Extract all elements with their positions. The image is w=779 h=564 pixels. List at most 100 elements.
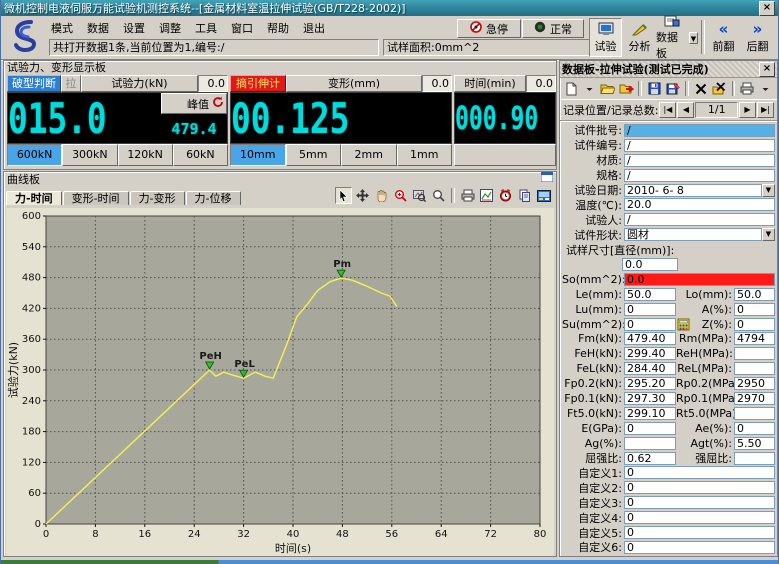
print-icon[interactable]: [739, 80, 755, 98]
save-as-icon[interactable]: [665, 80, 681, 98]
field-input[interactable]: 4794: [734, 332, 775, 345]
range-button-2mm[interactable]: 2mm: [341, 144, 397, 166]
menu-item-8[interactable]: 退出: [303, 20, 325, 36]
field-input[interactable]: 0: [624, 541, 775, 554]
field-input[interactable]: 0.0: [624, 273, 775, 286]
field-input[interactable]: 50.0: [624, 288, 676, 301]
field-input[interactable]: 0.62: [624, 452, 676, 465]
open-file-icon[interactable]: [600, 80, 616, 98]
databoard-dropdown-icon[interactable]: ▼: [689, 32, 698, 44]
emergency-stop-button[interactable]: 急停: [457, 19, 521, 38]
field-input[interactable]: 50.0: [734, 288, 775, 301]
menu-item-4[interactable]: 调整: [159, 20, 181, 36]
range-button-5mm[interactable]: 5mm: [286, 144, 342, 166]
chevron-down-icon[interactable]: ▼: [762, 184, 775, 197]
tab-变形-时间[interactable]: 变形-时间: [63, 191, 129, 205]
field-input[interactable]: /: [624, 213, 775, 226]
field-input[interactable]: 0: [624, 526, 775, 539]
next-record-button[interactable]: ▶: [739, 102, 756, 118]
field-input[interactable]: [734, 407, 775, 420]
tab-力-位移[interactable]: 力-位移: [186, 191, 241, 205]
field-input[interactable]: 圆材: [624, 228, 762, 241]
field-input[interactable]: 2950: [734, 377, 775, 390]
tab-力-变形[interactable]: 力-变形: [130, 191, 185, 205]
menu-item-6[interactable]: 窗口: [231, 20, 253, 36]
close-icon[interactable]: ×: [759, 1, 775, 16]
field-input[interactable]: /: [624, 124, 775, 137]
data-board-close-icon[interactable]: ×: [759, 62, 775, 77]
zoom-window-icon[interactable]: [411, 187, 428, 204]
field-input[interactable]: [734, 347, 775, 360]
field-input[interactable]: 0: [624, 303, 676, 316]
toolbar-button-试验[interactable]: 试验: [589, 18, 622, 57]
previous-page-button[interactable]: «前翻: [707, 18, 740, 57]
field-input[interactable]: 0: [624, 466, 775, 479]
field-input[interactable]: 0: [734, 422, 775, 435]
dropdown-caret-icon[interactable]: [758, 80, 774, 98]
force-time-chart[interactable]: 0816243240485664728006012018024030036042…: [6, 208, 554, 559]
field-input[interactable]: 479.40: [624, 332, 676, 345]
toolbar-button-数据板[interactable]: 数据板: [655, 18, 688, 57]
next-page-button[interactable]: »后翻: [741, 18, 774, 57]
last-record-button[interactable]: ▶|: [757, 102, 774, 118]
display-board-icon[interactable]: [535, 187, 552, 204]
field-input[interactable]: 2010- 6- 8: [624, 184, 762, 197]
field-input[interactable]: [734, 362, 775, 375]
hand-tool-icon[interactable]: [373, 187, 390, 204]
float-panel-icon[interactable]: [541, 172, 553, 185]
delete-all-icon[interactable]: [711, 80, 727, 98]
field-input[interactable]: 299.10: [624, 407, 676, 420]
menu-item-5[interactable]: 工具: [195, 20, 217, 36]
first-record-button[interactable]: |◀: [659, 102, 676, 118]
prev-record-button[interactable]: ◀: [677, 102, 694, 118]
field-input[interactable]: /: [624, 139, 775, 152]
field-input[interactable]: [734, 452, 775, 465]
field-input[interactable]: 5.50: [734, 437, 775, 450]
copy-icon[interactable]: [516, 187, 533, 204]
pull-mode-button[interactable]: 拉: [61, 75, 81, 92]
menu-item-3[interactable]: 设置: [123, 20, 145, 36]
field-input[interactable]: [624, 437, 676, 450]
field-input[interactable]: 0: [624, 481, 775, 494]
range-button-120kN[interactable]: 120kN: [118, 144, 173, 166]
field-input[interactable]: /: [624, 154, 775, 167]
zoom-in-icon[interactable]: [392, 187, 409, 204]
toolbar-button-分析[interactable]: 分析: [623, 18, 656, 57]
field-input[interactable]: 20.0: [624, 198, 775, 211]
field-input[interactable]: 0: [624, 318, 676, 331]
range-button-10mm[interactable]: 10mm: [230, 144, 286, 166]
delete-record-icon[interactable]: [693, 80, 709, 98]
normal-status-button[interactable]: 正常: [522, 19, 584, 38]
break-judgment-button[interactable]: 破型判断: [7, 75, 61, 92]
menu-item-7[interactable]: 帮助: [267, 20, 289, 36]
peak-reset-icon[interactable]: [212, 96, 224, 111]
remove-extensometer-button[interactable]: 摘引伸计: [230, 75, 286, 92]
range-button-600kN[interactable]: 600kN: [7, 144, 62, 166]
field-input[interactable]: 0.0: [622, 258, 678, 271]
print-icon[interactable]: [459, 187, 476, 204]
field-input[interactable]: 299.40: [624, 347, 676, 360]
range-button-300kN[interactable]: 300kN: [62, 144, 117, 166]
dropdown-caret-icon[interactable]: [581, 80, 597, 98]
select-cursor-icon[interactable]: [335, 187, 352, 204]
field-input[interactable]: 0: [734, 318, 775, 331]
chart-edit-icon[interactable]: [478, 187, 495, 204]
zoom-out-icon[interactable]: [430, 187, 447, 204]
export-file-icon[interactable]: [618, 80, 634, 98]
field-input[interactable]: 297.30: [624, 392, 676, 405]
field-input[interactable]: 295.20: [624, 377, 676, 390]
field-input[interactable]: /: [624, 169, 775, 182]
field-input[interactable]: 0: [624, 511, 775, 524]
range-button-60kN[interactable]: 60kN: [173, 144, 228, 166]
tab-力-时间[interactable]: 力-时间: [6, 191, 62, 205]
pan-cross-icon[interactable]: [354, 187, 371, 204]
new-document-icon[interactable]: [563, 80, 579, 98]
range-button-1mm[interactable]: 1mm: [397, 144, 453, 166]
field-input[interactable]: 0: [624, 422, 676, 435]
calculator-icon[interactable]: [676, 318, 691, 331]
menu-item-2[interactable]: 数据: [87, 20, 109, 36]
save-icon[interactable]: [646, 80, 662, 98]
chevron-down-icon[interactable]: ▼: [762, 228, 775, 241]
field-input[interactable]: 0: [734, 303, 775, 316]
timer-icon[interactable]: [497, 187, 514, 204]
